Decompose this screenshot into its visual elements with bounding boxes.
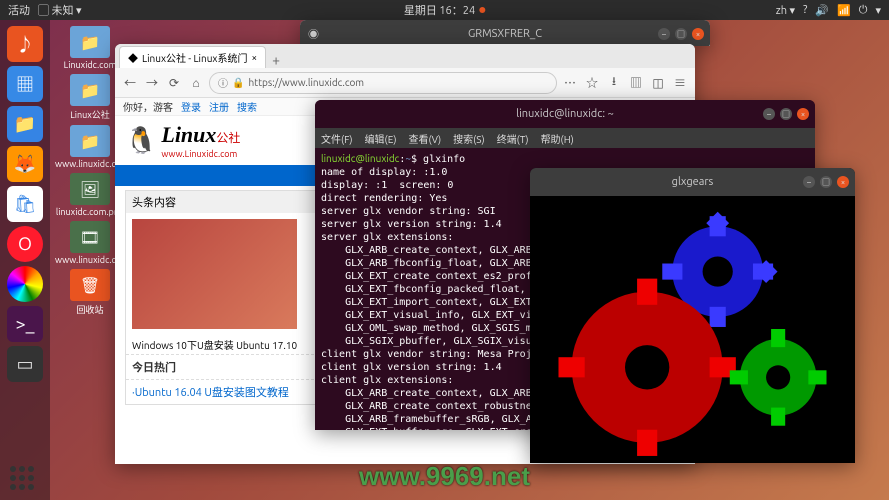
dock: ♪ ▦ 📁 🦊 🛍 O >_ ▭ — [0, 20, 50, 500]
terminal-menubar: 文件(F) 编辑(E) 查看(V) 搜索(S) 终端(T) 帮助(H) — [315, 128, 815, 148]
dock-colorpicker-icon[interactable] — [7, 266, 43, 302]
clock[interactable]: 星期日 16：24 — [404, 2, 475, 18]
menu-search[interactable]: 搜索(S) — [453, 131, 485, 146]
forward-button[interactable]: → — [143, 74, 161, 92]
maximize-button[interactable]: □ — [675, 28, 687, 40]
glxgears-title: glxgears — [672, 176, 714, 188]
dock-video-icon[interactable]: ▦ — [7, 66, 43, 102]
dock-terminal-icon[interactable]: >_ — [7, 306, 43, 342]
watermark-text: www.9969.net — [359, 461, 530, 492]
show-apps-button[interactable] — [10, 466, 34, 490]
glxgears-window[interactable]: glxgears – □ × — [530, 168, 855, 463]
tab-strip: ◆ Linux公社 - Linux系统门 × + — [115, 44, 695, 68]
dock-opera-icon[interactable]: O — [7, 226, 43, 262]
dock-firefox-icon[interactable]: 🦊 — [7, 146, 43, 182]
nautilus-title: GRMSXFRER_C — [468, 28, 542, 40]
folder-icon: 📁 — [70, 125, 110, 157]
nautilus-titlebar[interactable]: ◉ GRMSXFRER_C – □ × — [300, 20, 710, 46]
thumb-caption[interactable]: Windows 10下U盘安装 Ubuntu 17.10 — [132, 340, 297, 351]
close-button[interactable]: × — [692, 28, 704, 40]
reload-button[interactable]: ⟳ — [165, 74, 183, 92]
folder-icon: 📁 — [70, 26, 110, 58]
sidebar-icon[interactable]: ◫ — [649, 74, 667, 92]
minimize-button[interactable]: – — [803, 176, 815, 188]
shield-icon: ⓘ — [218, 75, 228, 90]
greeting: 你好，游客 — [123, 99, 173, 114]
new-tab-button[interactable]: + — [266, 52, 286, 68]
help-icon[interactable]: ? — [803, 4, 807, 16]
star-icon[interactable]: ☆ — [583, 74, 601, 92]
input-source[interactable]: zh ▾ — [776, 4, 795, 17]
more-icon[interactable]: ⋯ — [561, 74, 579, 92]
network-icon[interactable]: 📶 — [837, 4, 851, 17]
video-file-icon: 🎞 — [70, 221, 110, 253]
tab-close-icon[interactable]: × — [251, 52, 257, 63]
disc-icon: ◉ — [308, 26, 319, 42]
gears-canvas — [530, 196, 855, 463]
home-button[interactable]: ⌂ — [187, 74, 205, 92]
dock-software-icon[interactable]: 🛍 — [7, 186, 43, 222]
terminal-titlebar[interactable]: linuxidc@linuxidc: ~ – □ × — [315, 100, 815, 128]
app-menu[interactable]: ▢ 未知 ▾ — [38, 2, 82, 18]
download-icon[interactable]: ⭳ — [605, 74, 623, 92]
minimize-button[interactable]: – — [763, 108, 775, 120]
system-menu-chevron-icon[interactable]: ▾ — [875, 4, 881, 17]
green-gear-icon — [730, 329, 827, 426]
notification-dot-icon — [479, 7, 485, 13]
search-link[interactable]: 搜索 — [237, 99, 257, 114]
dock-music-icon[interactable]: ♪ — [7, 26, 43, 62]
register-link[interactable]: 注册 — [209, 99, 229, 114]
back-button[interactable]: ← — [121, 74, 139, 92]
url-bar[interactable]: ⓘ 🔒 https://www.linuxidc.com — [209, 72, 557, 94]
library-icon[interactable]: ▥ — [627, 74, 645, 92]
volume-icon[interactable]: 🔊 — [815, 4, 829, 17]
menu-terminal[interactable]: 终端(T) — [497, 131, 529, 146]
terminal-title: linuxidc@linuxidc: ~ — [516, 108, 614, 120]
favicon-icon: ◆ — [128, 50, 138, 65]
gnome-topbar: 活动 ▢ 未知 ▾ 星期日 16：24 zh ▾ ? 🔊 📶 ⏻ ▾ — [0, 0, 889, 20]
browser-toolbar: ← → ⟳ ⌂ ⓘ 🔒 https://www.linuxidc.com ⋯ ☆… — [115, 68, 695, 98]
headline-thumbnail[interactable] — [132, 219, 297, 329]
menu-help[interactable]: 帮助(H) — [541, 131, 574, 146]
penguin-icon: 🐧 — [125, 125, 157, 156]
close-button[interactable]: × — [797, 108, 809, 120]
close-button[interactable]: × — [837, 176, 849, 188]
folder-icon: 📁 — [70, 74, 110, 106]
login-link[interactable]: 登录 — [181, 99, 201, 114]
image-file-icon: 🖼 — [70, 173, 110, 205]
power-icon[interactable]: ⏻ — [859, 4, 868, 17]
menu-icon[interactable]: ≡ — [671, 74, 689, 92]
menu-view[interactable]: 查看(V) — [408, 131, 441, 146]
minimize-button[interactable]: – — [658, 28, 670, 40]
maximize-button[interactable]: □ — [820, 176, 832, 188]
trash-icon: 🗑 — [70, 269, 110, 301]
dock-files-icon[interactable]: 📁 — [7, 106, 43, 142]
nautilus-window[interactable]: ◉ GRMSXFRER_C – □ × — [300, 20, 710, 46]
glxgears-titlebar[interactable]: glxgears – □ × — [530, 168, 855, 196]
activities-button[interactable]: 活动 — [8, 2, 30, 18]
dock-screenshot-icon[interactable]: ▭ — [7, 346, 43, 382]
menu-edit[interactable]: 编辑(E) — [365, 131, 397, 146]
browser-tab[interactable]: ◆ Linux公社 - Linux系统门 × — [119, 46, 266, 68]
lock-icon: 🔒 — [232, 77, 244, 89]
maximize-button[interactable]: □ — [780, 108, 792, 120]
menu-file[interactable]: 文件(F) — [321, 131, 353, 146]
